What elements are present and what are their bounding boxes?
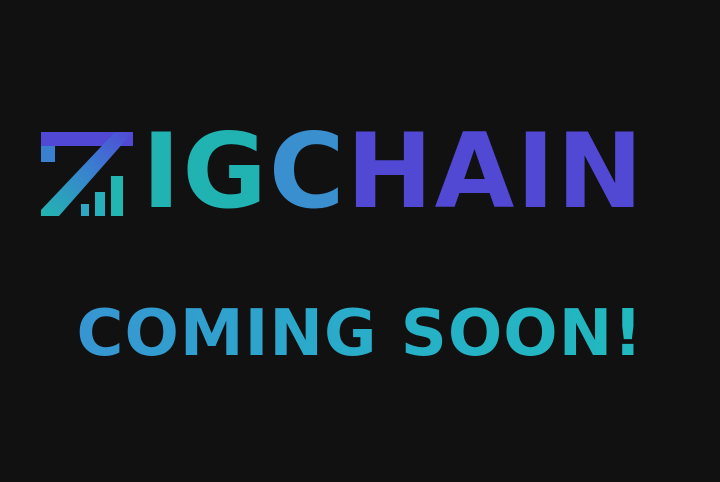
brand-wordmark: IGCHAIN: [142, 112, 645, 232]
brand-name-part-1: IG: [142, 112, 269, 232]
brand-name-part-3: HAIN: [346, 112, 645, 232]
coming-soon-heading: COMING SOON!: [0, 294, 720, 374]
brand-logo: IGCHAIN: [0, 112, 720, 232]
z-bars-logo-icon: [41, 132, 133, 216]
splash-screen: IGCHAIN COMING SOON!: [0, 0, 720, 482]
brand-name-part-2: C: [268, 112, 347, 232]
